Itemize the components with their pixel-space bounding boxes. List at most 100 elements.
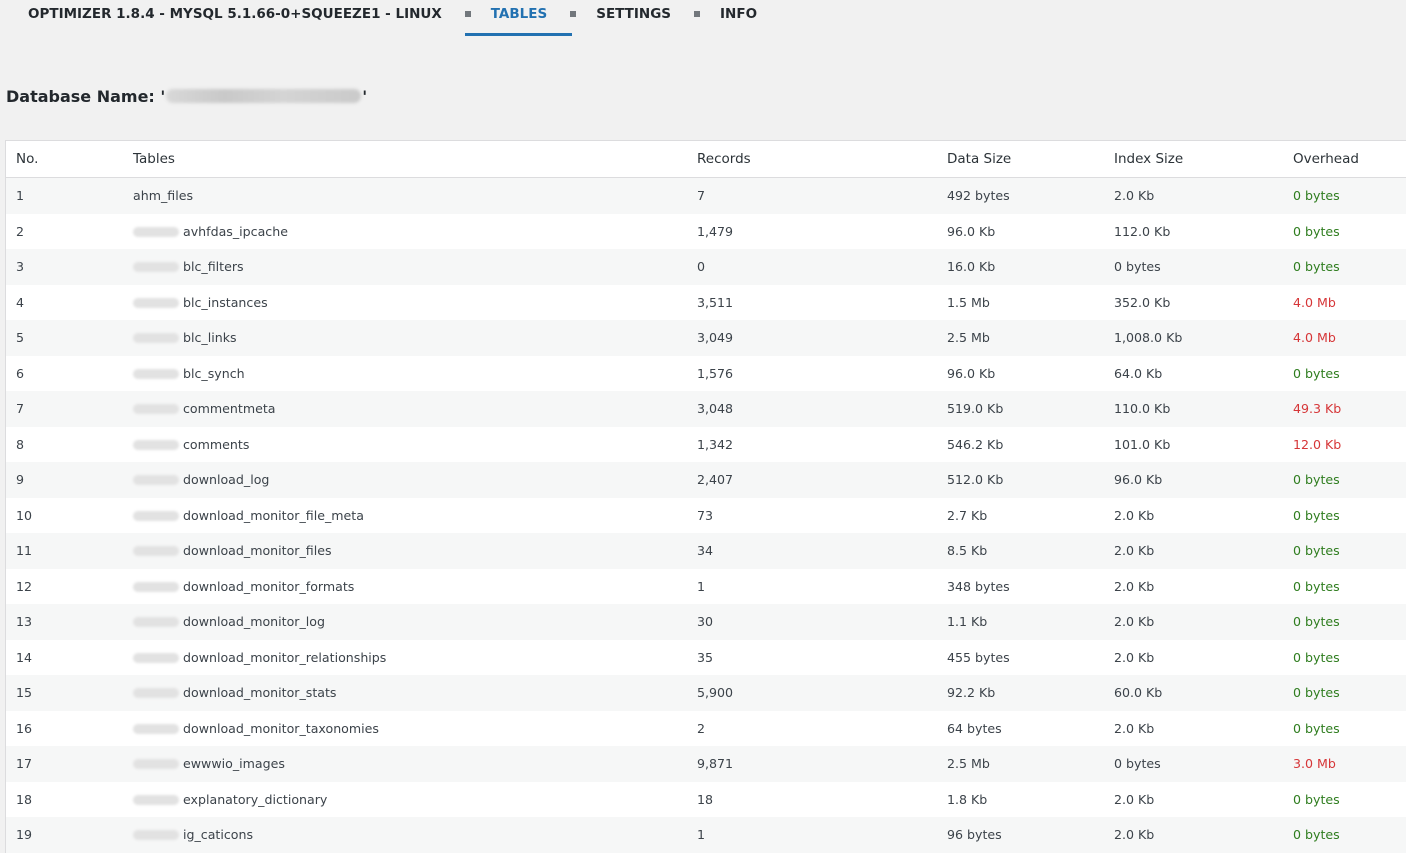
data-size: 1.5 Mb	[937, 284, 1104, 320]
table-name: blc_instances	[183, 294, 268, 310]
database-name-close-quote: '	[362, 87, 368, 106]
table-name: download_monitor_relationships	[183, 649, 387, 665]
index-size: 2.0 Kb	[1104, 781, 1283, 817]
overhead-size: 3.0 Mb	[1283, 746, 1406, 782]
records-count: 2,407	[687, 462, 937, 498]
table-row: 17 ewwwio_images 9,871 2.5 Mb 0 bytes 3.0 Mb	[6, 746, 1406, 782]
overhead-size: 0 bytes	[1283, 710, 1406, 746]
data-size: 92.2 Kb	[937, 675, 1104, 711]
index-size: 2.0 Kb	[1104, 604, 1283, 640]
table-name-cell: blc_synch	[123, 355, 687, 391]
overhead-size: 0 bytes	[1283, 568, 1406, 604]
table-name: download_monitor_log	[183, 614, 325, 630]
redacted-prefix	[133, 546, 179, 557]
table-name-cell: download_log	[123, 462, 687, 498]
database-name-heading: Database Name: ' '	[6, 86, 367, 108]
records-count: 1,342	[687, 426, 937, 462]
redacted-prefix	[133, 368, 179, 379]
index-size: 110.0 Kb	[1104, 391, 1283, 427]
overhead-size: 4.0 Mb	[1283, 284, 1406, 320]
row-number: 9	[6, 462, 123, 498]
database-name-label: Database Name: '	[6, 87, 166, 106]
records-count: 35	[687, 639, 937, 675]
records-count: 3,048	[687, 391, 937, 427]
header-overhead: Overhead	[1283, 141, 1406, 178]
row-number: 4	[6, 284, 123, 320]
index-size: 352.0 Kb	[1104, 284, 1283, 320]
table-row: 2 avhfdas_ipcache 1,479 96.0 Kb 112.0 Kb 0 by…	[6, 213, 1406, 249]
table-body: 1 ahm_files 7 492 bytes 2.0 Kb 0 bytes 2 avhfda…	[6, 177, 1406, 853]
nav-separator-icon	[570, 11, 577, 17]
row-number: 2	[6, 213, 123, 249]
table-row: 3 blc_filters 0 16.0 Kb 0 bytes 0 bytes	[6, 249, 1406, 285]
redacted-prefix	[133, 794, 179, 805]
table-name-cell: download_monitor_relationships	[123, 639, 687, 675]
table-row: 5 blc_links 3,049 2.5 Mb 1,008.0 Kb 4.0 Mb	[6, 320, 1406, 356]
table-row: 12 download_monitor_formats 1 348 bytes 2.0 …	[6, 568, 1406, 604]
header-index-size: Index Size	[1104, 141, 1283, 178]
redacted-prefix	[133, 226, 179, 237]
table-name-cell: download_monitor_file_meta	[123, 497, 687, 533]
index-size: 64.0 Kb	[1104, 355, 1283, 391]
table-name: ewwwio_images	[183, 756, 285, 772]
overhead-size: 0 bytes	[1283, 639, 1406, 675]
table-row: 15 download_monitor_stats 5,900 92.2 Kb 60.0…	[6, 675, 1406, 711]
data-size: 96 bytes	[937, 817, 1104, 853]
table-name: blc_links	[183, 330, 237, 346]
records-count: 3,511	[687, 284, 937, 320]
records-count: 30	[687, 604, 937, 640]
overhead-size: 0 bytes	[1283, 177, 1406, 214]
tables-table: No. Tables Records Data Size Index Size …	[6, 141, 1406, 853]
redacted-database-name	[166, 89, 362, 103]
table-row: 18 explanatory_dictionary 18 1.8 Kb 2.0 Kb 0 …	[6, 781, 1406, 817]
overhead-size: 0 bytes	[1283, 462, 1406, 498]
overhead-size: 4.0 Mb	[1283, 320, 1406, 356]
data-size: 1.1 Kb	[937, 604, 1104, 640]
redacted-prefix	[133, 510, 179, 521]
row-number: 15	[6, 675, 123, 711]
data-size: 512.0 Kb	[937, 462, 1104, 498]
data-size: 546.2 Kb	[937, 426, 1104, 462]
table-name-cell: ahm_files	[123, 177, 687, 214]
row-number: 5	[6, 320, 123, 356]
records-count: 1,479	[687, 213, 937, 249]
redacted-prefix	[133, 333, 179, 344]
overhead-size: 0 bytes	[1283, 533, 1406, 569]
table-name-cell: download_monitor_taxonomies	[123, 710, 687, 746]
table-row: 6 blc_synch 1,576 96.0 Kb 64.0 Kb 0 bytes	[6, 355, 1406, 391]
index-size: 1,008.0 Kb	[1104, 320, 1283, 356]
redacted-prefix	[133, 688, 179, 699]
nav-separator-icon	[694, 11, 701, 17]
overhead-size: 0 bytes	[1283, 817, 1406, 853]
table-name: commentmeta	[183, 401, 276, 417]
data-size: 2.5 Mb	[937, 320, 1104, 356]
table-name-cell: download_monitor_stats	[123, 675, 687, 711]
table-name: download_log	[183, 472, 270, 488]
table-name: avhfdas_ipcache	[183, 223, 288, 239]
index-size: 2.0 Kb	[1104, 497, 1283, 533]
table-name: download_monitor_stats	[183, 685, 337, 701]
row-number: 14	[6, 639, 123, 675]
table-name-cell: ewwwio_images	[123, 746, 687, 782]
tab-settings[interactable]: SETTINGS	[596, 0, 671, 36]
records-count: 1	[687, 568, 937, 604]
tab-tables[interactable]: TABLES	[464, 0, 573, 36]
data-size: 492 bytes	[937, 177, 1104, 214]
index-size: 2.0 Kb	[1104, 817, 1283, 853]
tables-list: No. Tables Records Data Size Index Size …	[5, 140, 1406, 853]
data-size: 96.0 Kb	[937, 213, 1104, 249]
table-name: download_monitor_formats	[183, 578, 355, 594]
data-size: 8.5 Kb	[937, 533, 1104, 569]
redacted-prefix	[133, 404, 179, 415]
tab-info[interactable]: INFO	[720, 0, 757, 36]
header-records: Records	[687, 141, 937, 178]
table-row: 4 blc_instances 3,511 1.5 Mb 352.0 Kb 4.0 Mb	[6, 284, 1406, 320]
overhead-size: 0 bytes	[1283, 604, 1406, 640]
records-count: 5,900	[687, 675, 937, 711]
records-count: 1	[687, 817, 937, 853]
table-name: ahm_files	[133, 188, 194, 204]
row-number: 18	[6, 781, 123, 817]
data-size: 2.7 Kb	[937, 497, 1104, 533]
row-number: 6	[6, 355, 123, 391]
redacted-prefix	[133, 439, 179, 450]
